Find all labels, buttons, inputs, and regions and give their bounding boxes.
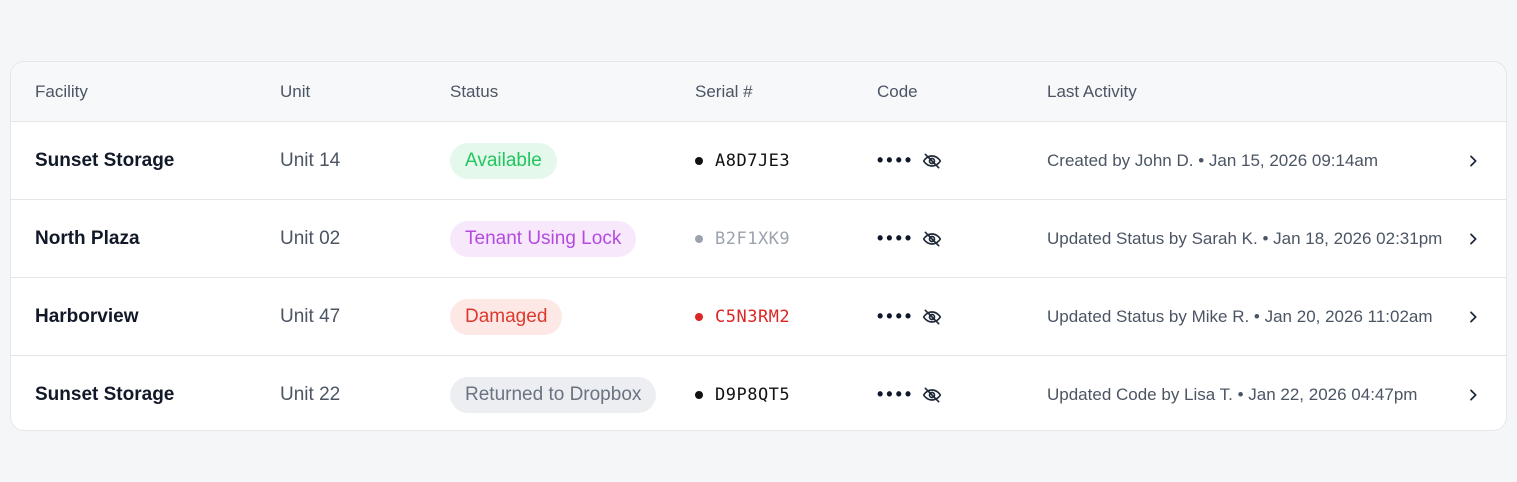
unit-label: Unit 47 bbox=[280, 305, 341, 327]
eye-off-icon[interactable] bbox=[922, 151, 942, 171]
serial-status-dot bbox=[695, 390, 703, 399]
serial-status-dot bbox=[695, 156, 703, 165]
unit-label: Unit 14 bbox=[280, 149, 341, 171]
table-body: Sunset Storage Unit 14 Available A8D7JE3… bbox=[11, 121, 1506, 430]
serial-text: C5N3RM2 bbox=[715, 306, 791, 327]
serial-text: A8D7JE3 bbox=[715, 150, 791, 171]
table-row[interactable]: Harborview Unit 47 Damaged C5N3RM2 •••• bbox=[11, 277, 1506, 355]
header-facility[interactable]: Facility bbox=[35, 62, 88, 121]
locks-table: Facility Unit Status Serial # Code Last … bbox=[10, 61, 1507, 431]
serial-number: D9P8QT5 bbox=[695, 385, 790, 405]
facility-name: Sunset Storage bbox=[35, 149, 175, 171]
table-row[interactable]: Sunset Storage Unit 22 Returned to Dropb… bbox=[11, 355, 1506, 430]
facility-name: North Plaza bbox=[35, 227, 140, 249]
header-unit[interactable]: Unit bbox=[280, 62, 310, 121]
code-masked: •••• bbox=[877, 228, 915, 248]
last-activity: Created by John D. • Jan 15, 2026 09:14a… bbox=[1047, 150, 1379, 170]
eye-off-icon[interactable] bbox=[922, 307, 942, 327]
code-field: •••• bbox=[877, 306, 942, 327]
serial-text: D9P8QT5 bbox=[715, 384, 791, 405]
facility-name: Sunset Storage bbox=[35, 383, 175, 405]
unit-label: Unit 02 bbox=[280, 227, 341, 249]
status-badge: Returned to Dropbox bbox=[450, 376, 657, 413]
unit-label: Unit 22 bbox=[280, 383, 341, 405]
table-row[interactable]: North Plaza Unit 02 Tenant Using Lock B2… bbox=[11, 199, 1506, 277]
eye-off-icon[interactable] bbox=[922, 385, 942, 405]
code-masked: •••• bbox=[877, 384, 915, 404]
table-row[interactable]: Sunset Storage Unit 14 Available A8D7JE3… bbox=[11, 121, 1506, 199]
chevron-right-icon[interactable] bbox=[1465, 153, 1481, 169]
header-code[interactable]: Code bbox=[877, 62, 918, 121]
code-masked: •••• bbox=[877, 150, 915, 170]
status-badge: Tenant Using Lock bbox=[450, 220, 637, 257]
chevron-right-icon[interactable] bbox=[1465, 387, 1481, 403]
status-badge: Available bbox=[450, 142, 557, 179]
code-field: •••• bbox=[877, 150, 942, 171]
code-field: •••• bbox=[877, 228, 942, 249]
serial-number: A8D7JE3 bbox=[695, 151, 790, 171]
chevron-right-icon[interactable] bbox=[1465, 231, 1481, 247]
serial-text: B2F1XK9 bbox=[715, 228, 791, 249]
eye-off-icon[interactable] bbox=[922, 229, 942, 249]
last-activity: Updated Code by Lisa T. • Jan 22, 2026 0… bbox=[1047, 384, 1418, 404]
chevron-right-icon[interactable] bbox=[1465, 309, 1481, 325]
status-badge: Damaged bbox=[450, 298, 563, 335]
header-status[interactable]: Status bbox=[450, 62, 498, 121]
code-field: •••• bbox=[877, 384, 942, 405]
serial-number: C5N3RM2 bbox=[695, 307, 790, 327]
code-masked: •••• bbox=[877, 306, 915, 326]
serial-status-dot bbox=[695, 234, 703, 243]
facility-name: Harborview bbox=[35, 305, 139, 327]
header-last-activity[interactable]: Last Activity bbox=[1047, 62, 1137, 121]
last-activity: Updated Status by Mike R. • Jan 20, 2026… bbox=[1047, 306, 1433, 326]
serial-status-dot bbox=[695, 312, 703, 321]
table-header: Facility Unit Status Serial # Code Last … bbox=[11, 62, 1506, 121]
header-serial[interactable]: Serial # bbox=[695, 62, 753, 121]
serial-number: B2F1XK9 bbox=[695, 229, 790, 249]
last-activity: Updated Status by Sarah K. • Jan 18, 202… bbox=[1047, 228, 1443, 248]
